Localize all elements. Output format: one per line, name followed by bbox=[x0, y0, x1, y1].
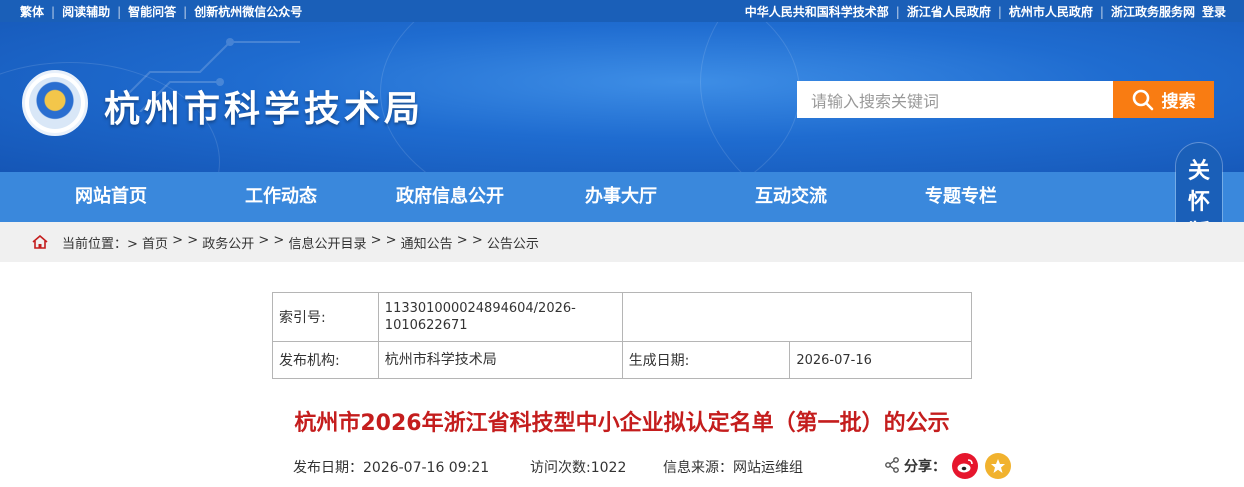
visit-count: 访问次数:1022 bbox=[530, 460, 627, 476]
share-icon bbox=[885, 457, 899, 473]
publisher-label: 发布机构: bbox=[272, 341, 379, 379]
main-nav: 网站首页 工作动态 政府信息公开 办事大厅 互动交流 专题专栏 bbox=[0, 172, 1244, 222]
nav-item-gov-info[interactable]: 政府信息公开 bbox=[396, 172, 504, 222]
smart-qa-link[interactable]: 智能问答 bbox=[128, 3, 176, 20]
nav-item-special-topics[interactable]: 专题专栏 bbox=[925, 172, 997, 222]
topbar-right-links: 中华人民共和国科学技术部 | 浙江省人民政府 | 杭州市人民政府 | 浙江政务服… bbox=[744, 3, 1226, 20]
search-icon bbox=[1132, 89, 1153, 110]
top-utility-bar: 繁体 | 阅读辅助 | 智能问答 | 创新杭州微信公众号 中华人民共和国科学技术… bbox=[0, 0, 1244, 22]
nav-item-home[interactable]: 网站首页 bbox=[75, 172, 147, 222]
breadcrumb-info-catalog[interactable]: 信息公开目录 bbox=[288, 233, 366, 252]
article-title: 杭州市2026年浙江省科技型中小企业拟认定名单（第一批）的公示 bbox=[294, 411, 950, 436]
publish-date: 发布日期：2026-07-16 09:21 bbox=[293, 460, 490, 476]
index-value: 113301000024894604/2026-1010622671 bbox=[377, 292, 623, 342]
breadcrumb-notices[interactable]: 通知公告 bbox=[401, 233, 453, 252]
search-button-label: 搜索 bbox=[1161, 92, 1196, 112]
home-icon bbox=[32, 235, 48, 249]
date-value: 2026-07-16 bbox=[789, 341, 972, 379]
traditional-chinese-link[interactable]: 繁体 bbox=[20, 3, 44, 20]
publisher-value: 杭州市科学技术局 bbox=[377, 341, 623, 379]
qzone-share-button[interactable] bbox=[985, 453, 1011, 479]
nav-item-service-hall[interactable]: 办事大厅 bbox=[585, 172, 657, 222]
header-banner: 杭州市科学技术局 请输入搜索关键词 搜索 bbox=[0, 22, 1244, 172]
bureau-emblem-logo[interactable] bbox=[22, 70, 88, 136]
nav-item-work-news[interactable]: 工作动态 bbox=[245, 172, 317, 222]
zj-service-link[interactable]: 浙江政务服务网 bbox=[1111, 3, 1195, 20]
breadcrumb-home[interactable]: 首页 bbox=[142, 233, 168, 252]
breadcrumb-announcements[interactable]: 公告公示 bbox=[487, 233, 539, 252]
share-label: 分享： bbox=[904, 459, 946, 475]
nav-item-interaction[interactable]: 互动交流 bbox=[755, 172, 827, 222]
wechat-account-link[interactable]: 创新杭州微信公众号 bbox=[194, 3, 302, 20]
index-label: 索引号: bbox=[272, 292, 379, 342]
site-title[interactable]: 杭州市科学技术局 bbox=[104, 80, 424, 132]
info-source: 信息来源：网站运维组 bbox=[663, 460, 803, 476]
most-link[interactable]: 中华人民共和国科学技术部 bbox=[745, 3, 889, 20]
reading-assist-link[interactable]: 阅读辅助 bbox=[62, 3, 110, 20]
empty-cell bbox=[621, 292, 973, 342]
star-icon bbox=[991, 459, 1005, 473]
search-input[interactable]: 请输入搜索关键词 bbox=[797, 81, 1113, 118]
search-button[interactable]: 搜索 bbox=[1113, 81, 1214, 118]
date-label: 生成日期: bbox=[621, 341, 791, 379]
login-link[interactable]: 登录 bbox=[1202, 3, 1226, 20]
breadcrumb-gov-affairs[interactable]: 政务公开 bbox=[202, 233, 254, 252]
zhejiang-gov-link[interactable]: 浙江省人民政府 bbox=[907, 3, 991, 20]
breadcrumb: 当前位置：> 首页 > > 政务公开 > > 信息公开目录 > > 通知公告 >… bbox=[0, 222, 1244, 262]
breadcrumb-prefix: 当前位置：> bbox=[62, 237, 143, 252]
document-meta-table: 索引号: 113301000024894604/2026-1010622671 … bbox=[272, 292, 973, 379]
topbar-left-links: 繁体 | 阅读辅助 | 智能问答 | 创新杭州微信公众号 bbox=[20, 3, 303, 20]
weibo-icon bbox=[957, 459, 973, 473]
weibo-share-button[interactable] bbox=[952, 453, 978, 479]
hangzhou-gov-link[interactable]: 杭州市人民政府 bbox=[1009, 3, 1093, 20]
